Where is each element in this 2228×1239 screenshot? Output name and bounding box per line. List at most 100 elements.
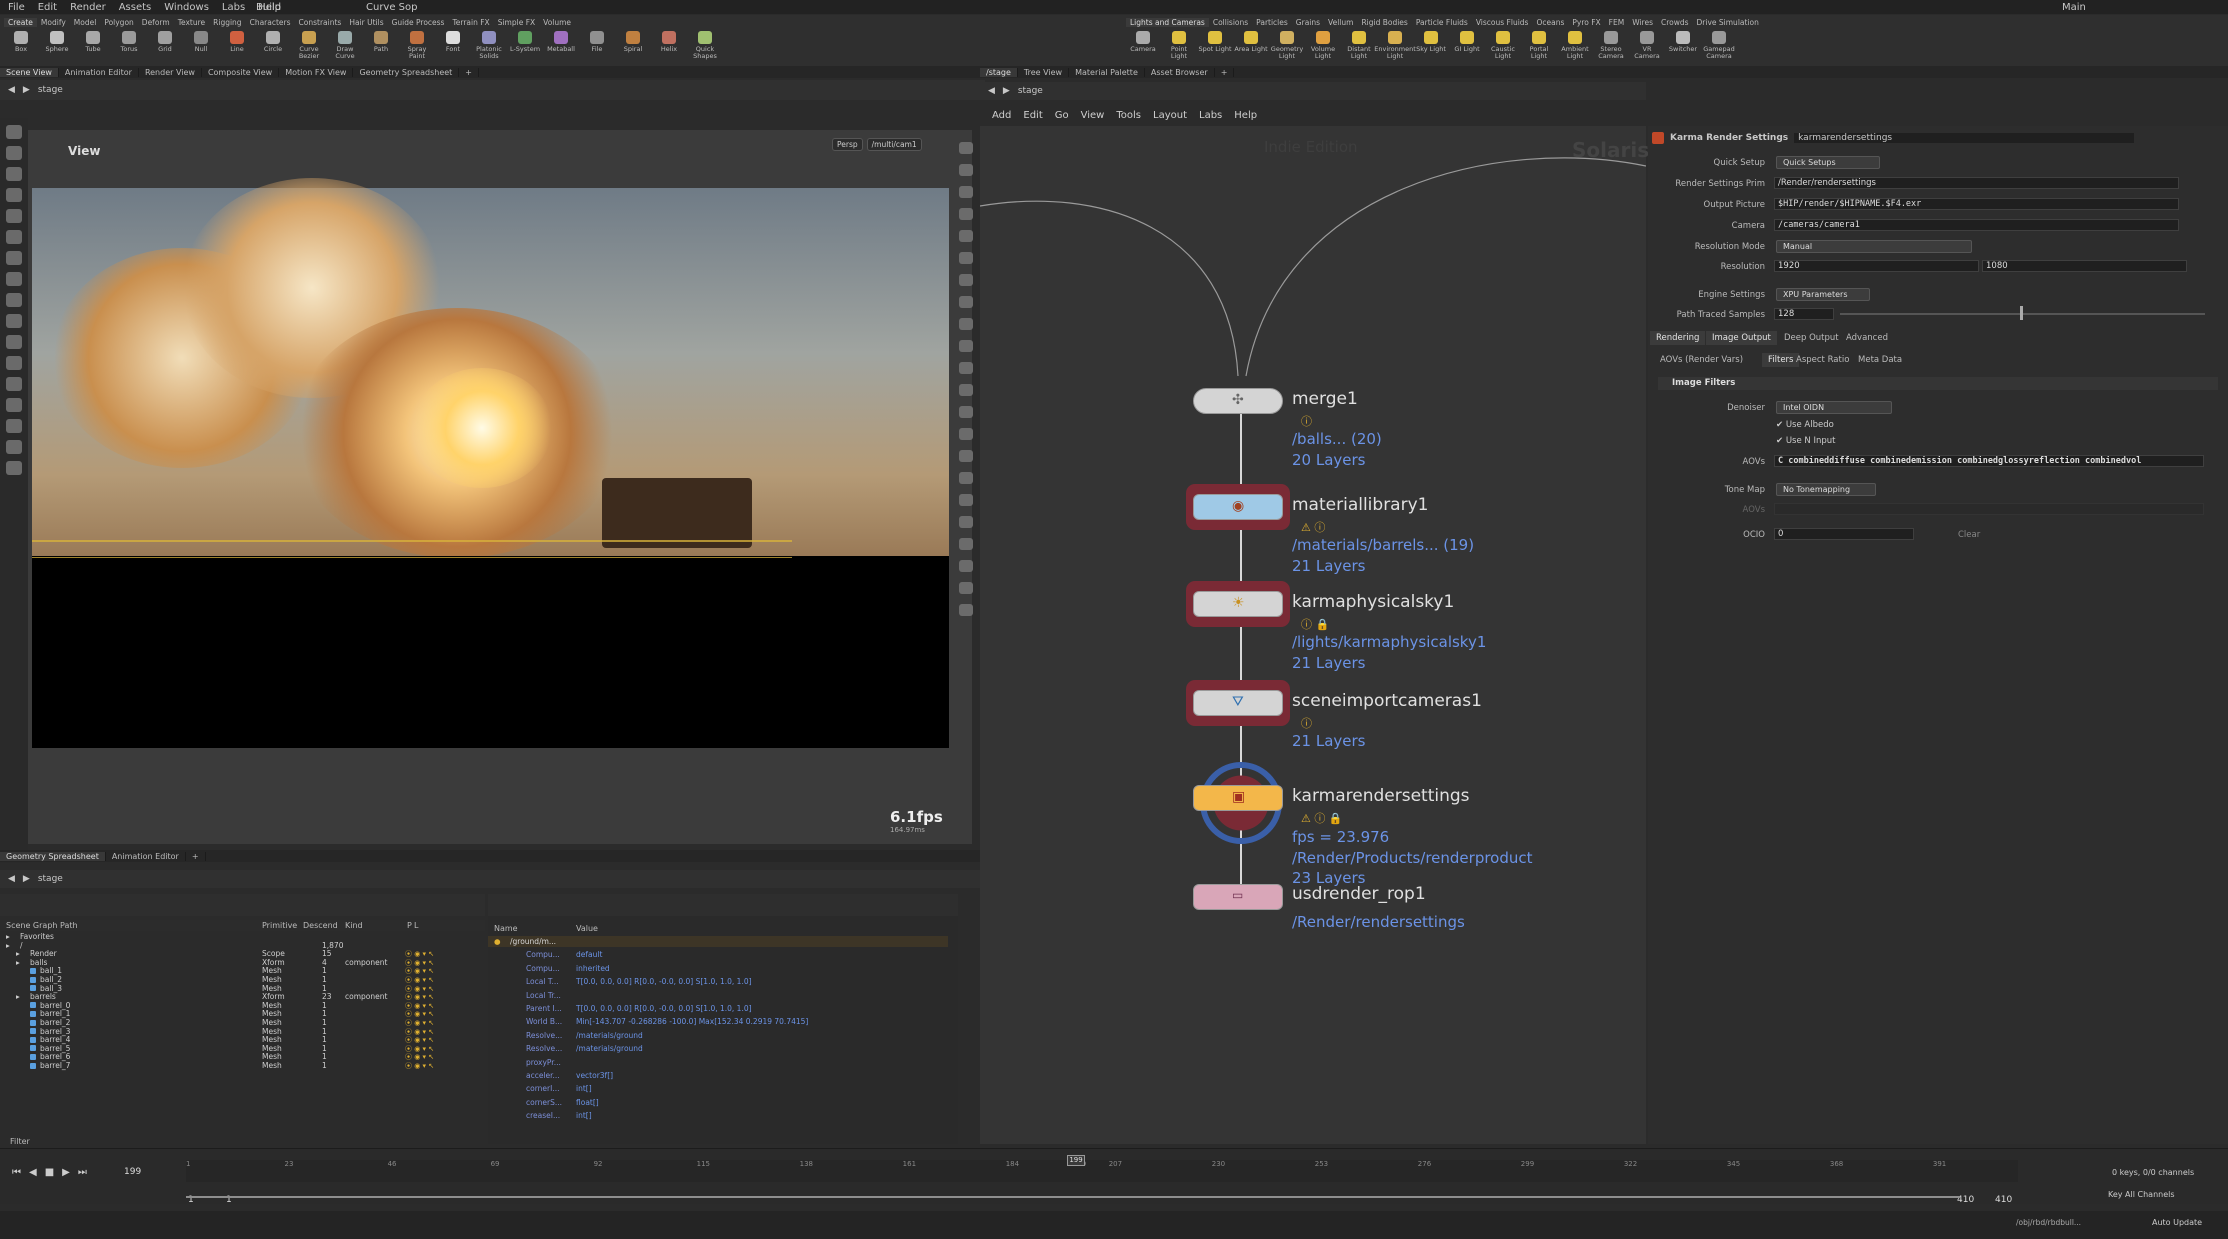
shelf-tool-spray-paint[interactable]: Spray Paint — [400, 31, 434, 64]
shelf-tab-simple-fx[interactable]: Simple FX — [494, 18, 539, 27]
display-option-icon[interactable] — [959, 362, 973, 374]
menu-windows[interactable]: Windows — [162, 2, 211, 13]
shelf-tool-metaball[interactable]: Metaball — [544, 31, 578, 64]
node-merge1[interactable]: ✣ — [1193, 388, 1283, 414]
tab-add-icon[interactable]: + — [459, 67, 479, 77]
shelf-tab-particles[interactable]: Particles — [1252, 18, 1292, 27]
network-menu-tools[interactable]: Tools — [1116, 110, 1141, 124]
property-row[interactable]: Resolve... /materials/ground — [488, 1030, 948, 1041]
tab-composite-view[interactable]: Composite View — [202, 67, 280, 77]
subtab-aovs[interactable]: AOVs (Render Vars) — [1654, 353, 1749, 367]
shelf-tool-point-light[interactable]: Point Light — [1162, 31, 1196, 64]
shelf-tab-characters[interactable]: Characters — [246, 18, 295, 27]
back-arrow-icon[interactable]: ◀ — [988, 86, 995, 96]
shelf-tab-lights-and-cameras[interactable]: Lights and Cameras — [1126, 17, 1209, 27]
tab-geometry-spreadsheet[interactable]: Geometry Spreadsheet — [0, 851, 106, 861]
node-usdrender_rop1[interactable]: ▭ — [1193, 884, 1283, 910]
node-sceneimportcameras1[interactable]: ⛛ — [1193, 690, 1283, 716]
frame-ruler[interactable]: 1234669921151381611841992072302532762993… — [186, 1160, 2018, 1182]
shelf-tool-geometry-light[interactable]: Geometry Light — [1270, 31, 1304, 64]
menu-edit[interactable]: Edit — [36, 2, 59, 13]
shelf-tab-particle-fluids[interactable]: Particle Fluids — [1412, 18, 1472, 27]
display-option-icon[interactable] — [959, 208, 973, 220]
clear-button[interactable]: Clear — [1958, 530, 1980, 540]
render-settings-prim-field[interactable]: /Render/rendersettings — [1774, 177, 2179, 189]
shelf-tool-file[interactable]: File — [580, 31, 614, 64]
playhead[interactable]: 199 — [1067, 1155, 1085, 1166]
shelf-tool-curve-bezier[interactable]: Curve Bezier — [292, 31, 326, 64]
menu-render[interactable]: Render — [68, 2, 108, 13]
shelf-tab-create[interactable]: Create — [4, 17, 37, 27]
shelf-tab-crowds[interactable]: Crowds — [1657, 18, 1693, 27]
shelf-tab-viscous-fluids[interactable]: Viscous Fluids — [1472, 18, 1533, 27]
forward-arrow-icon[interactable]: ▶ — [23, 874, 30, 884]
display-option-icon[interactable] — [959, 340, 973, 352]
tool-icon[interactable] — [6, 293, 22, 307]
shelf-tool-sphere[interactable]: Sphere — [40, 31, 74, 64]
property-row[interactable]: Local T... T[0.0, 0.0, 0.0] R[0.0, -0.0, … — [488, 976, 948, 987]
node-materiallibrary1[interactable]: ◉ — [1193, 494, 1283, 520]
property-row[interactable]: cornerI... int[] — [488, 1083, 948, 1094]
shelf-tool-line[interactable]: Line — [220, 31, 254, 64]
aovs-field[interactable]: C combineddiffuse combinedemission combi… — [1774, 455, 2204, 467]
tab-rendering[interactable]: Rendering — [1650, 331, 1706, 345]
shelf-tab-vellum[interactable]: Vellum — [1324, 18, 1357, 27]
shelf-tool-portal-light[interactable]: Portal Light — [1522, 31, 1556, 64]
shelf-tool-gamepad-camera[interactable]: Gamepad Camera — [1702, 31, 1736, 64]
tab-animation-editor[interactable]: Animation Editor — [59, 67, 139, 77]
node-karmarendersettings[interactable]: ▣ — [1193, 785, 1283, 811]
tab-tree-view[interactable]: Tree View — [1018, 67, 1070, 77]
tab-add-icon[interactable]: + — [186, 851, 206, 861]
samples-slider-handle[interactable] — [2020, 306, 2023, 320]
info-icon[interactable]: ⓘ 🔒 — [1301, 616, 1329, 632]
shelf-tool-volume-light[interactable]: Volume Light — [1306, 31, 1340, 64]
auto-update-menu[interactable]: Auto Update — [2152, 1218, 2202, 1227]
tab-geometry-spreadsheet[interactable]: Geometry Spreadsheet — [353, 67, 460, 77]
shelf-tool-distant-light[interactable]: Distant Light — [1342, 31, 1376, 64]
network-menu-labs[interactable]: Labs — [1199, 110, 1222, 124]
jump-start-icon[interactable]: ⏮ — [12, 1167, 21, 1178]
tab-scene-view[interactable]: Scene View — [0, 67, 59, 77]
forward-arrow-icon[interactable]: ▶ — [1003, 86, 1010, 96]
display-option-icon[interactable] — [959, 186, 973, 198]
shelf-tool-platonic-solids[interactable]: Platonic Solids — [472, 31, 506, 64]
display-option-icon[interactable] — [959, 472, 973, 484]
shelf-tab-constraints[interactable]: Constraints — [295, 18, 346, 27]
shelf-tool-draw-curve[interactable]: Draw Curve — [328, 31, 362, 64]
shelf-tab-rigging[interactable]: Rigging — [209, 18, 245, 27]
shelf-tool-path[interactable]: Path — [364, 31, 398, 64]
info-icon[interactable]: ⓘ — [1301, 715, 1312, 731]
shelf-tab-model[interactable]: Model — [70, 18, 101, 27]
shelf-tool-font[interactable]: Font — [436, 31, 470, 64]
property-row[interactable]: creaseI... int[] — [488, 1110, 948, 1121]
col-l[interactable]: L — [414, 921, 418, 930]
stage-path[interactable]: stage — [38, 85, 63, 95]
display-option-icon[interactable] — [959, 230, 973, 242]
shelf-tool-spiral[interactable]: Spiral — [616, 31, 650, 64]
stop-icon[interactable]: ■ — [45, 1167, 54, 1178]
shelf-tool-tube[interactable]: Tube — [76, 31, 110, 64]
perspective-menu[interactable]: Persp — [832, 138, 863, 151]
quick-setup-menu[interactable]: Quick Setups — [1776, 156, 1880, 169]
network-menu-layout[interactable]: Layout — [1153, 110, 1187, 124]
jump-end-icon[interactable]: ⏭ — [78, 1167, 87, 1178]
shelf-tool-l-system[interactable]: L-System — [508, 31, 542, 64]
shelf-tool-box[interactable]: Box — [4, 31, 38, 64]
tool-icon[interactable] — [6, 230, 22, 244]
shelf-tool-ambient-light[interactable]: Ambient Light — [1558, 31, 1592, 64]
display-option-icon[interactable] — [959, 428, 973, 440]
shelf-tool-circle[interactable]: Circle — [256, 31, 290, 64]
shelf-tab-terrain-fx[interactable]: Terrain FX — [448, 18, 493, 27]
output-picture-field[interactable]: $HIP/render/$HIPNAME.$F4.exr — [1774, 198, 2179, 210]
pane-context-selector[interactable]: Curve Sop — [366, 0, 476, 14]
property-row[interactable]: World B... Min[-143.707 -0.268286 -100.0]… — [488, 1016, 948, 1027]
display-option-icon[interactable] — [959, 296, 973, 308]
tool-icon[interactable] — [6, 335, 22, 349]
col-value[interactable]: Value — [576, 924, 598, 933]
tool-icon[interactable] — [6, 377, 22, 391]
resolution-mode-menu[interactable]: Manual — [1776, 240, 1972, 253]
expand-icon[interactable]: ● — [494, 936, 501, 947]
tool-icon[interactable] — [6, 272, 22, 286]
display-option-icon[interactable] — [959, 604, 973, 616]
tab-animation-editor[interactable]: Animation Editor — [106, 851, 186, 861]
